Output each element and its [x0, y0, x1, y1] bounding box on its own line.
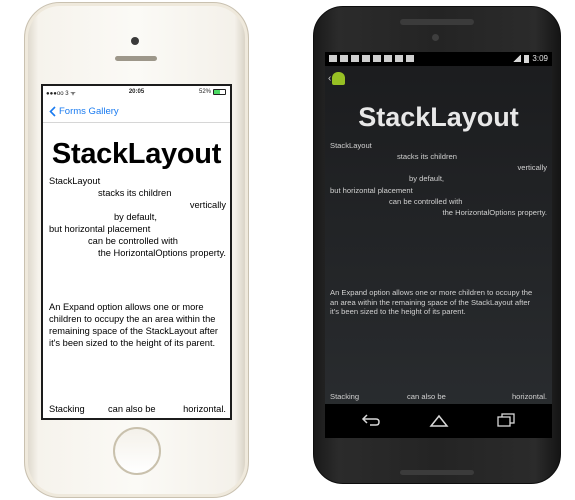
back-arrow-icon [361, 414, 380, 426]
stack-label-1: StackLayout [49, 176, 101, 186]
horizontal-label-2: can also be [108, 404, 156, 414]
notification-icon [351, 55, 359, 62]
ios-status-bar: ●●●oo 3 ᯤ 20:05 52% [43, 86, 230, 100]
android-navigation-bar [325, 404, 552, 438]
notification-icon [340, 55, 348, 62]
expand-paragraph: An Expand option allows one or more chil… [49, 302, 218, 348]
stack-label-5: but horizontal placement [330, 186, 413, 195]
horizontal-label-1: Stacking [330, 392, 360, 401]
horizontal-label-1: Stacking [49, 404, 85, 414]
iphone-device: ●●●oo 3 ᯤ 20:05 52% Forms Gallery StackL… [24, 2, 249, 498]
notification-icon [395, 55, 403, 62]
front-camera-icon [432, 34, 439, 41]
stack-label-3: vertically [517, 163, 547, 172]
notification-icon [384, 55, 392, 62]
battery-icon [524, 54, 530, 63]
android-clock: 3:09 [532, 54, 548, 63]
notification-icon [329, 55, 337, 62]
android-screen: 3:09 ‹ StackLayout StackLayout stacks it… [325, 52, 552, 438]
ios-status-right: 52% [199, 89, 226, 95]
page-title: StackLayout [51, 138, 222, 170]
notification-icon [406, 55, 414, 62]
stack-label-1: StackLayout [330, 141, 372, 150]
android-device: 3:09 ‹ StackLayout StackLayout stacks it… [313, 6, 561, 484]
notification-icon [362, 55, 370, 62]
android-logo-icon [332, 72, 346, 85]
stack-label-7: the HorizontalOptions property. [98, 248, 226, 258]
stack-label-4: by default, [114, 212, 157, 222]
front-camera-icon [131, 37, 139, 45]
notification-icon [373, 55, 381, 62]
notification-icons [329, 55, 414, 62]
signal-icon [513, 55, 522, 62]
home-button[interactable] [429, 413, 449, 432]
stack-label-7: the HorizontalOptions property. [442, 208, 547, 217]
action-bar-up-button[interactable]: ‹ [328, 72, 346, 85]
earpiece-speaker [115, 56, 157, 61]
back-button[interactable]: Forms Gallery [49, 106, 119, 117]
recent-apps-icon [497, 413, 515, 427]
chevron-left-icon: ‹ [328, 73, 332, 84]
stack-label-6: can be controlled with [389, 197, 463, 206]
stack-label-6: can be controlled with [88, 236, 178, 246]
top-speaker-grill [400, 19, 474, 25]
stack-label-5: but horizontal placement [49, 224, 151, 234]
page-title: StackLayout [358, 102, 519, 132]
home-button[interactable] [113, 427, 161, 475]
horizontal-label-3: horizontal. [183, 404, 226, 414]
battery-icon [213, 89, 226, 95]
back-button[interactable] [361, 413, 381, 432]
ios-navigation-bar: Forms Gallery [43, 101, 230, 123]
stack-label-3: vertically [189, 200, 226, 210]
home-icon [429, 414, 449, 427]
recent-apps-button[interactable] [496, 413, 516, 432]
android-status-right: 3:09 [513, 54, 548, 63]
ios-screen: ●●●oo 3 ᯤ 20:05 52% Forms Gallery StackL… [41, 84, 232, 420]
bottom-speaker-grill [400, 470, 474, 475]
horizontal-label-2: can also be [407, 392, 446, 401]
stack-label-4: by default, [409, 174, 445, 183]
stack-label-2: stacks its children [397, 152, 457, 161]
stack-label-2: stacks its children [98, 188, 172, 198]
ios-battery-percent: 52% [198, 89, 211, 95]
android-status-bar: 3:09 [325, 52, 552, 66]
back-button-label: Forms Gallery [59, 106, 119, 117]
horizontal-label-3: horizontal. [511, 392, 547, 401]
chevron-left-icon [49, 106, 56, 117]
expand-paragraph: An Expand option allows one or more chil… [330, 288, 533, 317]
